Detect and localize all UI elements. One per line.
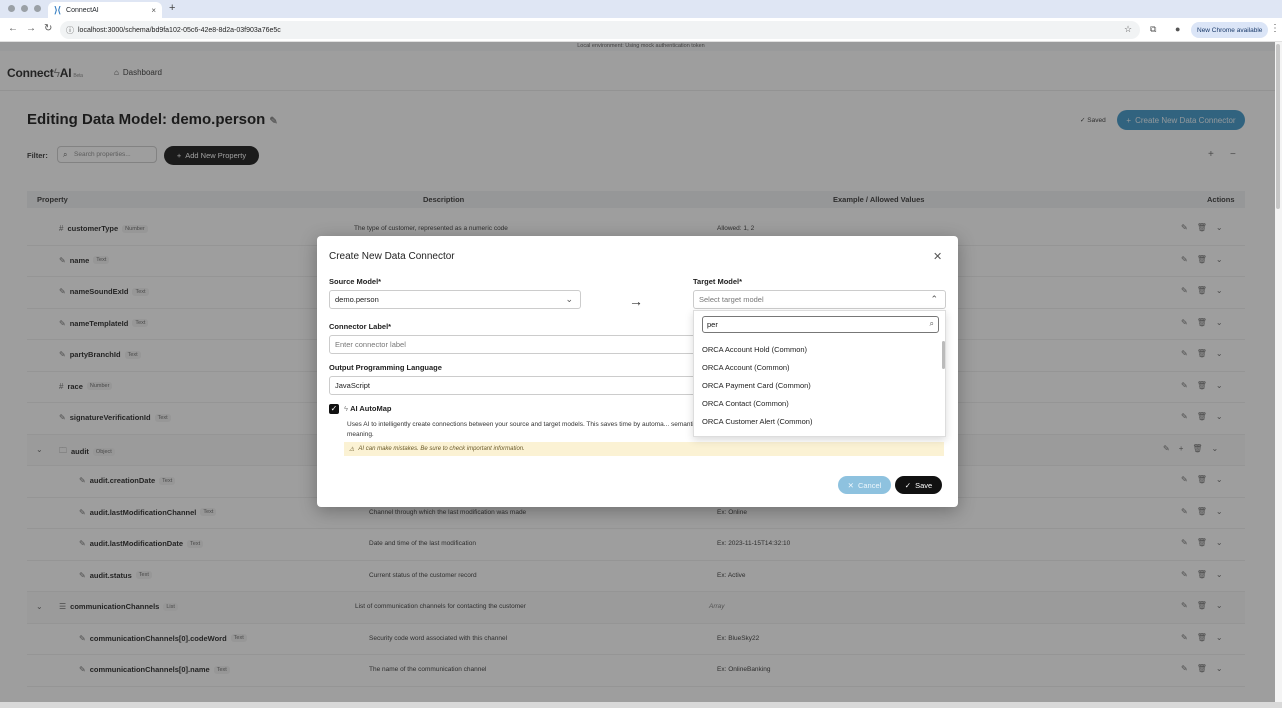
close-icon[interactable]: ✕ xyxy=(933,250,942,263)
chevron-down-icon: ⌄ xyxy=(565,294,573,304)
source-model-select[interactable]: demo.person ⌄ xyxy=(329,290,581,309)
dropdown-option[interactable]: ORCA Payment Card (Common) xyxy=(694,377,939,395)
chevron-up-icon: ⌃ xyxy=(930,294,938,304)
save-label: Save xyxy=(915,480,933,490)
close-icon: ✕ xyxy=(847,480,854,490)
bookmark-star-icon[interactable]: ☆ xyxy=(1124,24,1132,35)
bolt-icon: ϟ xyxy=(344,404,348,413)
language-value: JavaScript xyxy=(335,381,371,390)
save-button[interactable]: ✓ Save xyxy=(895,476,942,494)
dropdown-option[interactable]: ORCA Account (Common) xyxy=(694,359,939,377)
url-field[interactable]: ⓘ localhost:3000/schema/bd9fa102-05c6-42… xyxy=(60,21,1140,39)
automap-label-text: AI AutoMap xyxy=(350,404,392,413)
source-model-value: demo.person xyxy=(335,295,379,304)
dropdown-options: ORCA Account Hold (Common) ORCA Account … xyxy=(694,341,939,431)
dropdown-option[interactable]: ORCA Contact (Common) xyxy=(694,395,939,413)
ai-warning-text: AI can make mistakes. Be sure to check i… xyxy=(358,446,525,452)
url-text: localhost:3000/schema/bd9fa102-05c6-42e8… xyxy=(78,26,281,34)
search-icon: ⌕ xyxy=(929,319,934,328)
browser-tab[interactable]: ⟩⟨ ConnectAI × xyxy=(48,2,162,18)
language-label: Output Programming Language xyxy=(329,363,442,372)
dropdown-scrollbar[interactable] xyxy=(942,341,945,369)
bottom-edge xyxy=(0,702,1282,708)
target-model-label: Target Model* xyxy=(693,277,743,286)
extensions-icon[interactable]: ⧉ xyxy=(1150,24,1156,35)
browser-tab-strip: ⟩⟨ ConnectAI × + xyxy=(0,0,1282,18)
close-tab-icon[interactable]: × xyxy=(151,6,156,15)
check-icon: ✓ xyxy=(904,480,912,490)
target-model-placeholder: Select target model xyxy=(699,295,764,304)
forward-icon[interactable]: → xyxy=(26,23,36,34)
ai-warning: ⚠ AI can make mistakes. Be sure to check… xyxy=(344,442,944,456)
connector-label-label: Connector Label* xyxy=(329,322,392,331)
automap-checkbox[interactable]: ✓ xyxy=(329,404,339,414)
arrow-right-icon: → xyxy=(629,293,643,309)
modal-title: Create New Data Connector xyxy=(329,251,455,262)
page-scroll-thumb[interactable] xyxy=(1276,44,1280,209)
cancel-button[interactable]: ✕ Cancel xyxy=(838,476,891,494)
search-value: per xyxy=(707,320,718,329)
target-model-select[interactable]: Select target model ⌃ xyxy=(693,290,946,309)
warning-icon: ⚠ xyxy=(349,446,355,453)
source-model-label: Source Model* xyxy=(329,277,382,286)
dropdown-option[interactable]: ORCA Account Hold (Common) xyxy=(694,341,939,359)
target-model-dropdown: per ⌕ ORCA Account Hold (Common) ORCA Ac… xyxy=(693,310,946,437)
reload-icon[interactable]: ↻ xyxy=(44,23,52,34)
site-info-icon[interactable]: ⓘ xyxy=(66,25,74,36)
dropdown-option[interactable]: ORCA Customer Alert (Common) xyxy=(694,413,939,431)
app-favicon-icon: ⟩⟨ xyxy=(54,4,62,15)
profile-avatar-icon[interactable]: ● xyxy=(1175,24,1180,34)
cancel-label: Cancel xyxy=(857,480,882,490)
target-model-search-input[interactable]: per ⌕ xyxy=(702,316,939,333)
address-bar-row: ← → ↻ ⓘ localhost:3000/schema/bd9fa102-0… xyxy=(0,18,1282,42)
new-chrome-available-button[interactable]: New Chrome available xyxy=(1191,22,1269,38)
browser-menu-icon[interactable]: ⋮ xyxy=(1270,23,1280,34)
automap-description: Uses AI to intelligently create connecti… xyxy=(347,421,697,438)
connector-label-placeholder: Enter connector label xyxy=(335,340,406,349)
automap-label: ϟ AI AutoMap xyxy=(344,404,391,413)
new-tab-icon[interactable]: + xyxy=(169,2,175,14)
window-controls[interactable] xyxy=(8,5,41,12)
tab-title: ConnectAI xyxy=(66,6,99,14)
back-icon[interactable]: ← xyxy=(8,23,18,34)
